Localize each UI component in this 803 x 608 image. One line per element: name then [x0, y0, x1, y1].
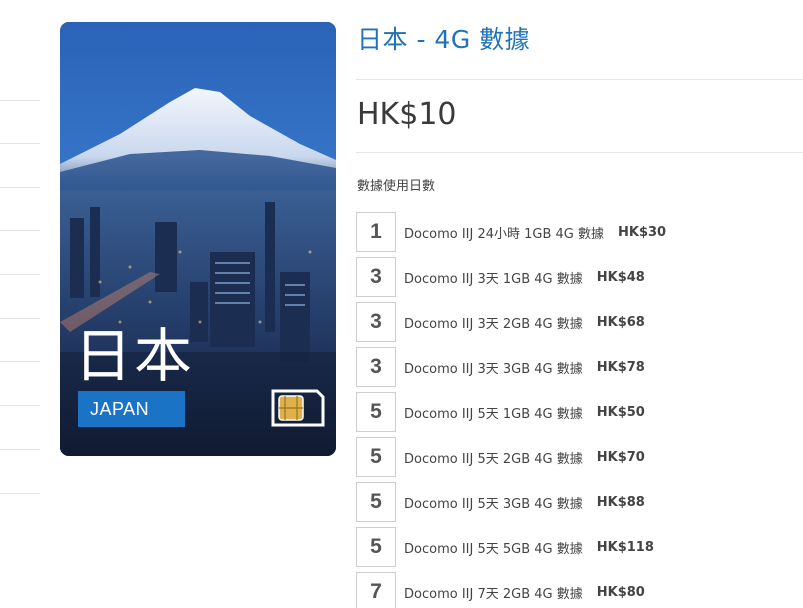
option-days-box[interactable]: 7 [356, 572, 396, 608]
option-price: HK$50 [596, 404, 645, 420]
option-days-box[interactable]: 1 [356, 212, 396, 252]
option-days-box[interactable]: 3 [356, 302, 396, 342]
option-name: Docomo IIJ 3天 2GB 4G 數據 [404, 316, 583, 332]
option-days-box[interactable]: 3 [356, 347, 396, 387]
option-price: HK$30 [618, 224, 667, 240]
option-name: Docomo IIJ 5天 1GB 4G 數據 [404, 406, 583, 422]
product-title: 日本 - 4G 數據 [357, 25, 531, 54]
product-price: HK$10 [357, 97, 457, 132]
option-item[interactable]: 3 Docomo IIJ 3天 2GB 4G 數據 HK$68 [356, 302, 803, 342]
option-name: Docomo IIJ 3天 1GB 4G 數據 [404, 271, 583, 287]
option-price: HK$68 [596, 314, 645, 330]
option-days-box[interactable]: 5 [356, 527, 396, 567]
option-item[interactable]: 1 Docomo IIJ 24小時 1GB 4G 數據 HK$30 [356, 212, 803, 252]
option-days-box[interactable]: 5 [356, 392, 396, 432]
option-days-box[interactable]: 5 [356, 437, 396, 477]
card-title: 日本 [74, 322, 195, 390]
option-name: Docomo IIJ 5天 2GB 4G 數據 [404, 451, 583, 467]
option-name: Docomo IIJ 3天 3GB 4G 數據 [404, 361, 583, 377]
option-days-box[interactable]: 5 [356, 482, 396, 522]
sidebar-dividers [0, 0, 40, 608]
option-price: HK$88 [596, 494, 645, 510]
divider [356, 152, 803, 153]
option-item[interactable]: 5 Docomo IIJ 5天 3GB 4G 數據 HK$88 [356, 482, 803, 522]
option-name: Docomo IIJ 5天 5GB 4G 數據 [404, 541, 583, 557]
option-price: HK$48 [596, 269, 645, 285]
option-item[interactable]: 3 Docomo IIJ 3天 1GB 4G 數據 HK$48 [356, 257, 803, 297]
divider [356, 79, 803, 80]
card-country-badge: JAPAN [78, 391, 185, 427]
option-name: Docomo IIJ 24小時 1GB 4G 數據 [404, 226, 604, 242]
option-item[interactable]: 5 Docomo IIJ 5天 5GB 4G 數據 HK$118 [356, 527, 803, 567]
option-item[interactable]: 5 Docomo IIJ 5天 2GB 4G 數據 HK$70 [356, 437, 803, 477]
option-name: Docomo IIJ 5天 3GB 4G 數據 [404, 496, 583, 512]
option-name: Docomo IIJ 7天 2GB 4G 數據 [404, 586, 583, 602]
option-item[interactable]: 7 Docomo IIJ 7天 2GB 4G 數據 HK$80 [356, 572, 803, 608]
option-price: HK$118 [596, 539, 654, 555]
option-group-label: 數據使用日數 [357, 179, 436, 194]
option-price: HK$78 [596, 359, 645, 375]
option-price: HK$70 [596, 449, 645, 465]
option-price: HK$80 [596, 584, 645, 600]
sim-card-icon [271, 389, 325, 427]
option-item[interactable]: 5 Docomo IIJ 5天 1GB 4G 數據 HK$50 [356, 392, 803, 432]
option-days-box[interactable]: 3 [356, 257, 396, 297]
option-list: 1 Docomo IIJ 24小時 1GB 4G 數據 HK$30 3 Docomo I… [356, 212, 803, 608]
product-image-card: 日本 JAPAN [60, 22, 336, 456]
option-item[interactable]: 3 Docomo IIJ 3天 3GB 4G 數據 HK$78 [356, 347, 803, 387]
